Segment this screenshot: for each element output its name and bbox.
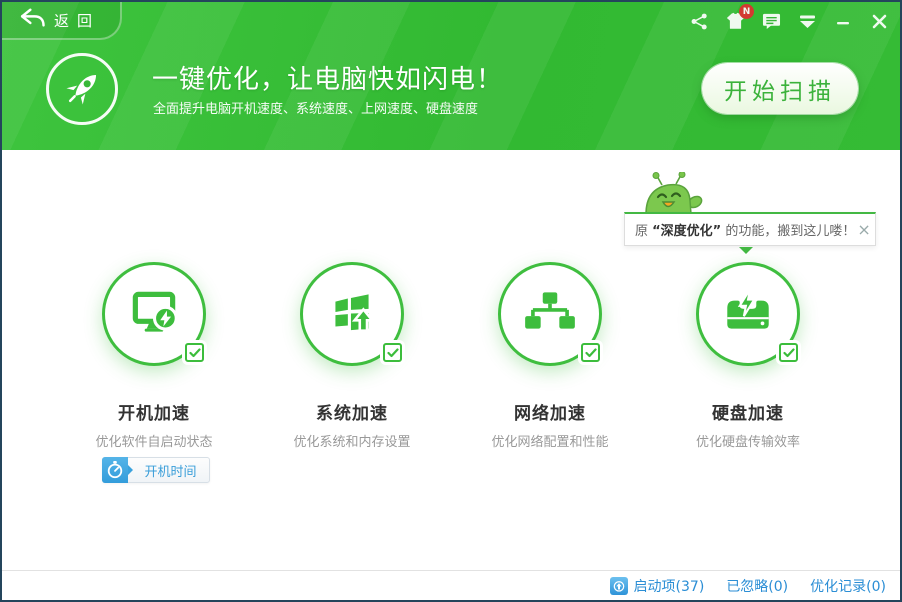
close-icon[interactable]: [868, 10, 890, 32]
header-title: 一键优化，让电脑快如闪电！: [152, 65, 504, 95]
network-nodes-icon: [521, 283, 579, 345]
app-window: 返回 N 一键优化，让电脑快如闪电！ 全面提升电脑开机速度、系统速度、上网速度、…: [0, 0, 902, 602]
mascot-icon: [642, 171, 704, 215]
module-network-speedup: 网络加速 优化网络配置和性能: [452, 262, 648, 487]
back-arrow-icon: [18, 7, 46, 33]
footer-records-link[interactable]: 优化记录(0): [810, 576, 886, 596]
system-speedup-checkbox[interactable]: [383, 343, 402, 362]
module-description: 优化网络配置和性能: [491, 435, 609, 450]
skin-shirt-icon[interactable]: N: [724, 4, 754, 32]
tooltip-pointer: [739, 247, 753, 254]
footer-startup-items-label: 启动项(37): [633, 578, 705, 595]
startup-items-icon: [609, 576, 628, 595]
windows-up-icon: [323, 283, 381, 345]
module-title: 开机加速: [118, 404, 190, 424]
stopwatch-icon: [102, 457, 133, 483]
module-description: 优化软件自启动状态: [95, 435, 213, 450]
footer-startup-items-link[interactable]: 启动项(37): [609, 576, 705, 596]
back-button[interactable]: 返回: [2, 2, 122, 40]
titlebar-icons: N: [688, 4, 890, 32]
module-disk-speedup: 硬盘加速 优化硬盘传输效率: [650, 262, 846, 487]
boot-time-button-label: 开机时间: [144, 464, 197, 480]
monitor-bolt-icon: [125, 283, 183, 345]
module-title: 硬盘加速: [712, 404, 784, 424]
start-scan-button[interactable]: 开始扫描: [702, 63, 858, 114]
feedback-message-icon[interactable]: [760, 10, 782, 32]
module-system-speedup: 系统加速 优化系统和内存设置: [254, 262, 450, 487]
footer-ignored-label: 已忽略(0): [726, 578, 789, 595]
tooltip-text: 原 “深度优化” 的功能，搬到这儿喽！: [635, 224, 856, 239]
minimize-icon[interactable]: [832, 10, 854, 32]
network-speedup-checkbox[interactable]: [581, 343, 600, 362]
module-description: 优化硬盘传输效率: [695, 435, 800, 450]
share-icon[interactable]: [688, 10, 710, 32]
boot-time-button[interactable]: 开机时间: [102, 457, 210, 483]
rocket-icon: [46, 53, 118, 125]
footer-records-label: 优化记录(0): [810, 578, 886, 595]
header-banner: 返回 N 一键优化，让电脑快如闪电！ 全面提升电脑开机速度、系统速度、上网速度、…: [2, 2, 900, 150]
module-title: 网络加速: [514, 404, 586, 424]
disk-bolt-icon: [719, 283, 777, 345]
tooltip-close-icon[interactable]: ×: [855, 220, 872, 239]
header-subtitle: 全面提升电脑开机速度、系统速度、上网速度、硬盘速度: [153, 102, 479, 117]
deep-optimize-tooltip: 原 “深度优化” 的功能，搬到这儿喽！ ×: [624, 212, 876, 246]
module-description: 优化系统和内存设置: [293, 435, 411, 450]
module-title: 系统加速: [316, 404, 388, 424]
back-button-label: 返回: [54, 11, 101, 30]
notification-badge: N: [739, 4, 754, 19]
boot-speedup-checkbox[interactable]: [185, 343, 204, 362]
disk-speedup-checkbox[interactable]: [779, 343, 798, 362]
footer-bar: 启动项(37) 已忽略(0) 优化记录(0): [2, 570, 900, 600]
module-boot-speedup: 开机加速 优化软件自启动状态: [56, 262, 252, 487]
footer-ignored-link[interactable]: 已忽略(0): [726, 576, 788, 596]
main-menu-icon[interactable]: [796, 10, 818, 32]
